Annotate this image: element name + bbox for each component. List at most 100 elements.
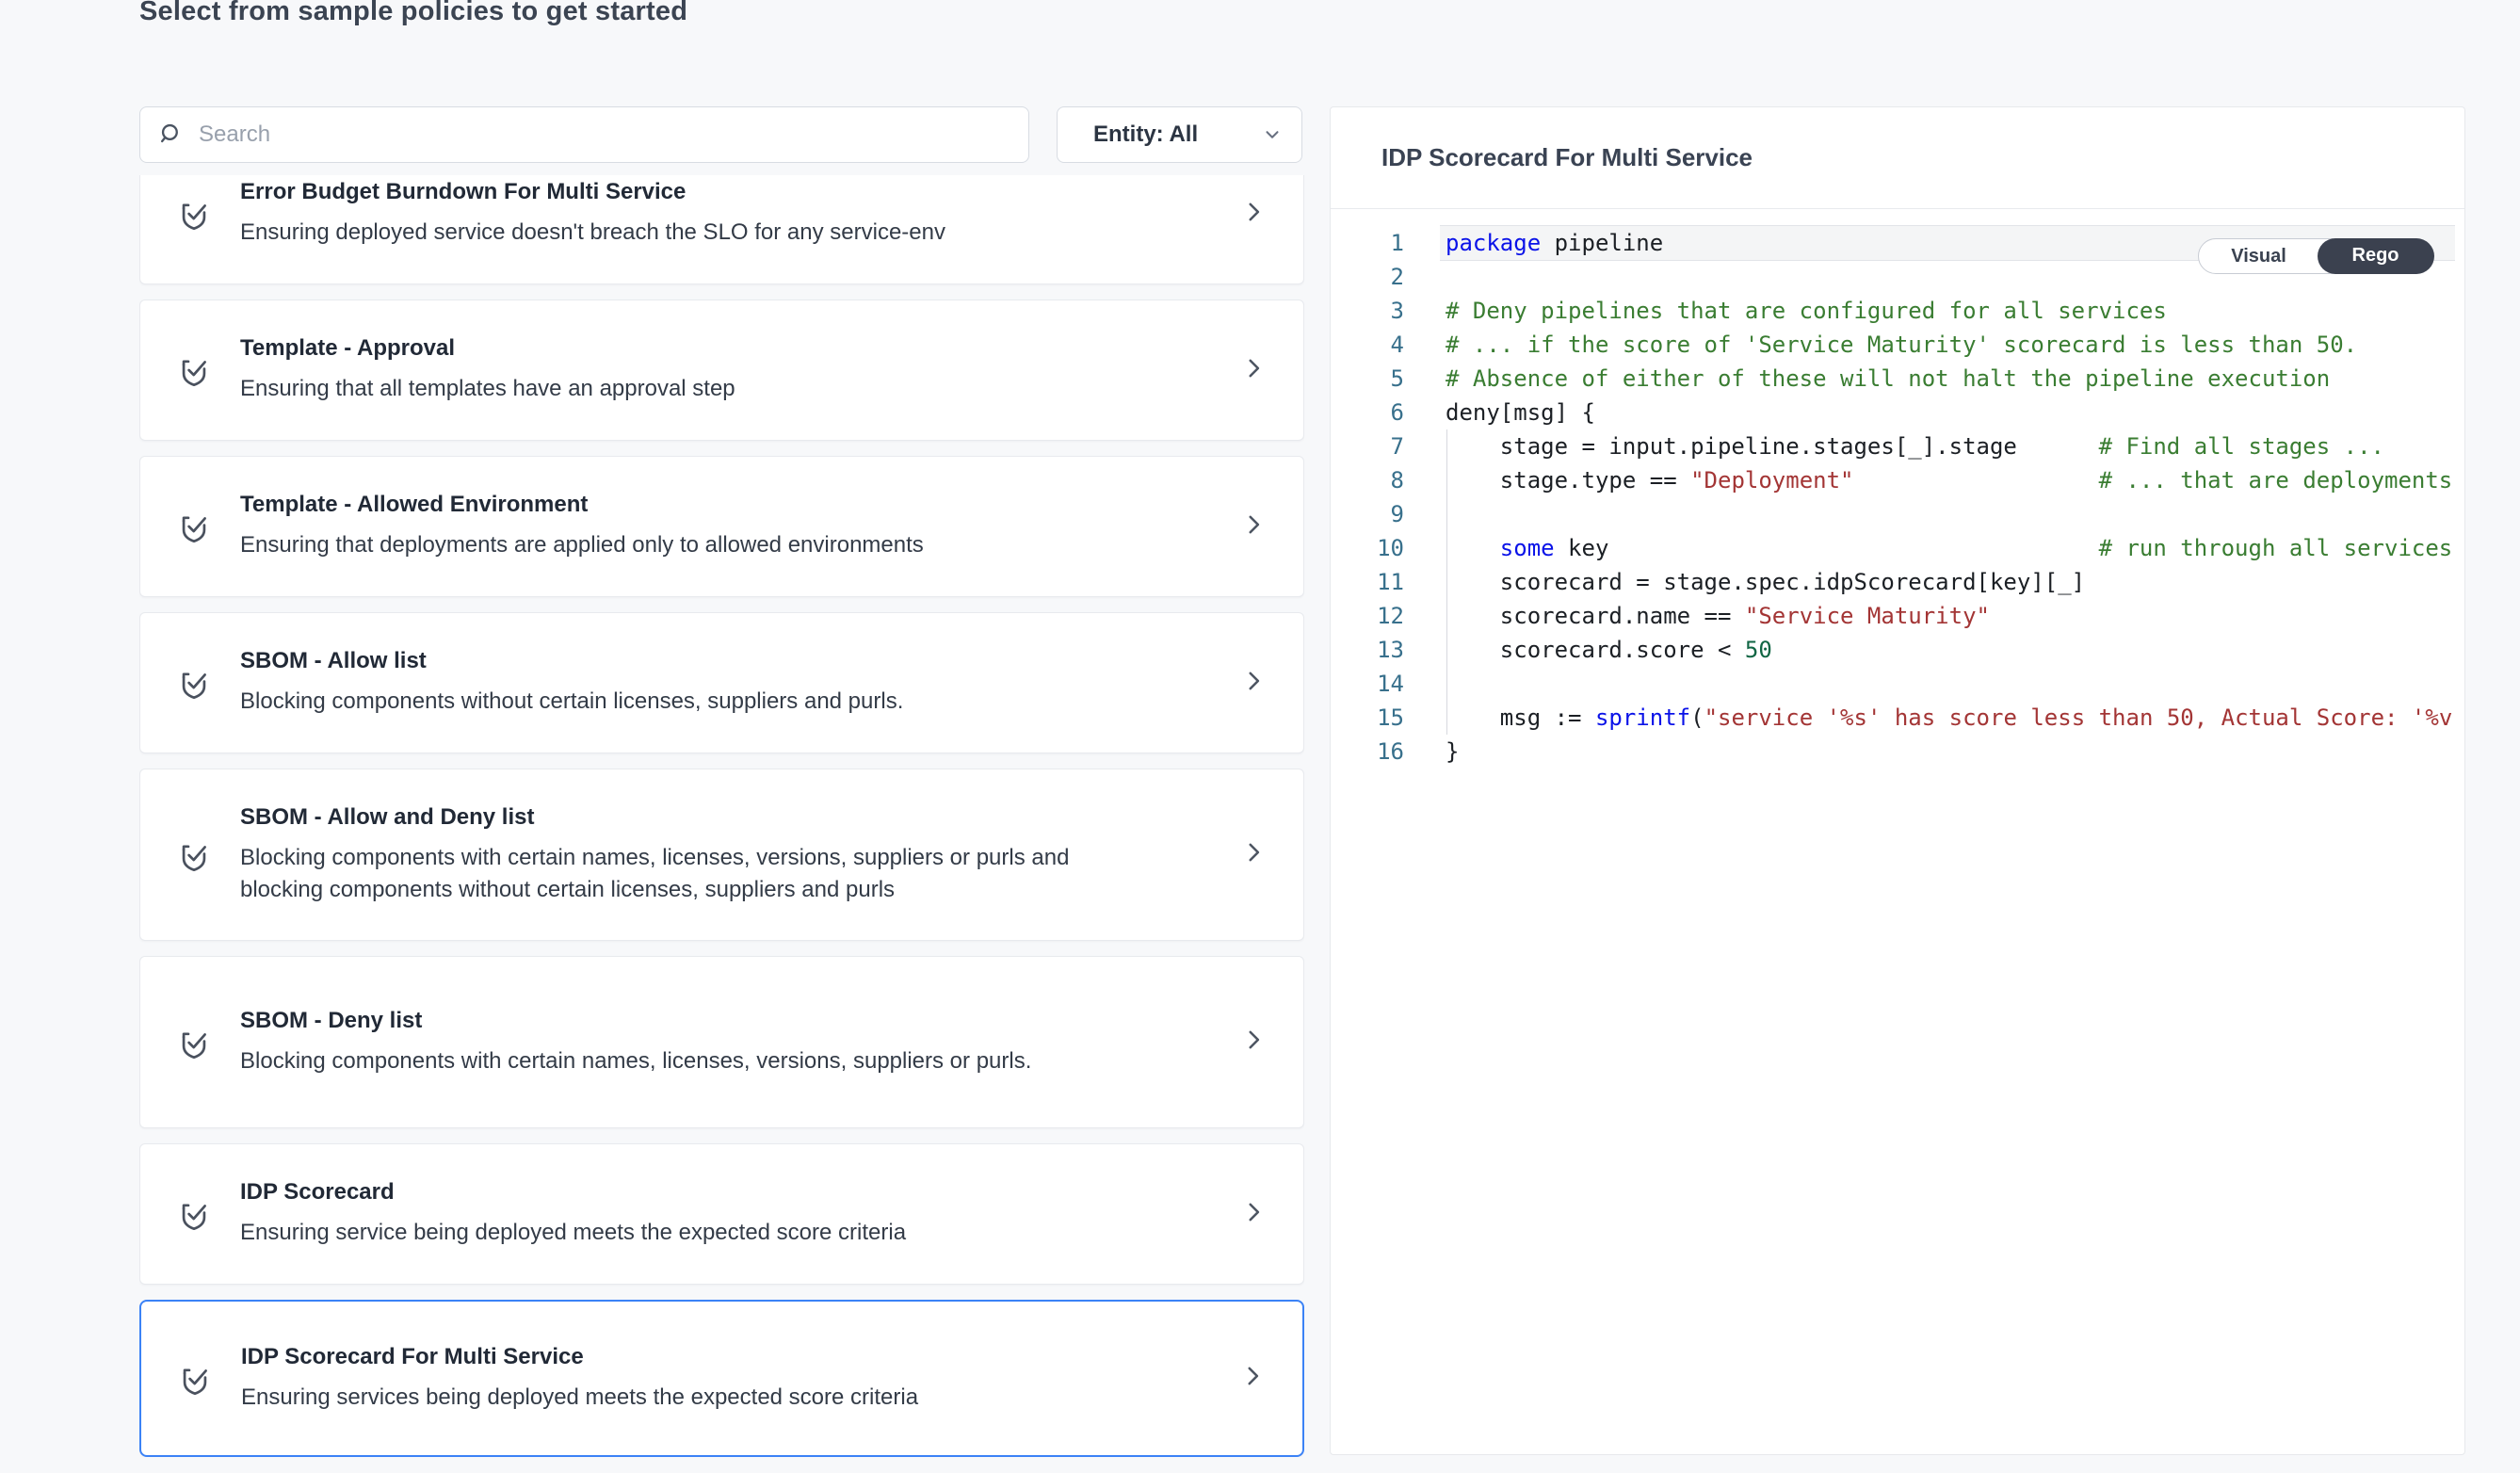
shield-check-icon [177, 1358, 213, 1400]
policy-description: Blocking components with certain names, … [240, 1045, 1031, 1077]
policy-card[interactable]: Error Budget Burndown For Multi Service E… [139, 175, 1304, 284]
code-line-content: some key # run through all services [1440, 531, 2455, 565]
policy-title: IDP Scorecard [240, 1179, 906, 1206]
shield-check-icon [176, 1022, 212, 1063]
line-number: 1 [1331, 226, 1404, 260]
policy-title: Template - Approval [240, 335, 735, 362]
tab-rego[interactable]: Rego [2318, 238, 2434, 274]
code-line-content: } [1440, 735, 2455, 769]
policy-description: Blocking components with certain names, … [240, 842, 1088, 906]
policy-detail-panel: IDP Scorecard For Multi Service Visual R… [1330, 106, 2465, 1455]
chevron-right-icon [1241, 667, 1266, 700]
code-line-content [1440, 497, 2455, 531]
policy-description: Ensuring services being deployed meets t… [241, 1382, 918, 1414]
code-line: 5 # Absence of either of these will not h… [1331, 362, 2455, 396]
search-icon [157, 121, 184, 148]
line-number: 13 [1331, 633, 1404, 667]
code-line-content: deny[msg] { [1440, 396, 2455, 429]
line-number: 2 [1331, 260, 1404, 294]
line-number: 5 [1331, 362, 1404, 396]
policy-card[interactable]: Template - Approval Ensuring that all tem… [139, 299, 1304, 441]
code-line-content: # ... if the score of 'Service Maturity'… [1440, 328, 2455, 362]
policy-list: Error Budget Burndown For Multi Service E… [139, 175, 1304, 1457]
shield-check-icon [176, 349, 212, 391]
search-box[interactable] [139, 106, 1029, 163]
policy-title: Template - Allowed Environment [240, 492, 924, 518]
chevron-right-icon [1241, 838, 1266, 871]
code-line: 14 [1331, 667, 2455, 701]
chevron-right-icon [1241, 510, 1266, 543]
detail-header: IDP Scorecard For Multi Service [1331, 107, 2464, 209]
code-editor[interactable]: 1package pipeline23# Deny pipelines that… [1331, 209, 2464, 769]
tab-visual[interactable]: Visual [2199, 239, 2318, 273]
policy-title: SBOM - Deny list [240, 1008, 1031, 1034]
code-line-content: msg := sprintf("service '%s' has score l… [1440, 701, 2455, 735]
policy-card[interactable]: IDP Scorecard Ensuring service being depl… [139, 1143, 1304, 1285]
policy-title: Error Budget Burndown For Multi Service [240, 179, 945, 205]
search-input[interactable] [197, 121, 1017, 149]
line-number: 7 [1331, 429, 1404, 463]
code-line-content: # Deny pipelines that are configured for… [1440, 294, 2455, 328]
line-number: 6 [1331, 396, 1404, 429]
line-number: 8 [1331, 463, 1404, 497]
policy-text: SBOM - Deny list Blocking components with… [240, 1008, 1031, 1077]
policy-description: Blocking components without certain lice… [240, 686, 903, 718]
code-line: 3# Deny pipelines that are configured fo… [1331, 294, 2455, 328]
line-number: 16 [1331, 735, 1404, 769]
entity-filter-label: Entity: All [1093, 121, 1198, 148]
policy-description: Ensuring service being deployed meets th… [240, 1217, 906, 1249]
policy-text: Error Budget Burndown For Multi Service E… [240, 179, 945, 249]
policy-text: IDP Scorecard Ensuring service being depl… [240, 1179, 906, 1249]
code-line-content: stage.type == "Deployment" # ... that ar… [1440, 463, 2455, 497]
policy-text: Template - Allowed Environment Ensuring t… [240, 492, 924, 561]
code-line-content: scorecard.score < 50 [1440, 633, 2455, 667]
policy-card[interactable]: SBOM - Allow listBlocking components wit… [139, 612, 1304, 753]
policy-title: SBOM - Allow and Deny list [240, 804, 1088, 831]
code-line-content: scorecard = stage.spec.idpScorecard[key]… [1440, 565, 2455, 599]
line-number: 11 [1331, 565, 1404, 599]
code-line: 16} [1331, 735, 2455, 769]
code-line: 15 msg := sprintf("service '%s' has scor… [1331, 701, 2455, 735]
line-number: 4 [1331, 328, 1404, 362]
chevron-right-icon [1241, 1198, 1266, 1231]
line-number: 15 [1331, 701, 1404, 735]
detail-title: IDP Scorecard For Multi Service [1381, 143, 1753, 172]
shield-check-icon [176, 193, 212, 235]
code-line: 7 stage = input.pipeline.stages[_].stage… [1331, 429, 2455, 463]
code-line: 8 stage.type == "Deployment" # ... that … [1331, 463, 2455, 497]
code-line: 12 scorecard.name == "Service Maturity" [1331, 599, 2455, 633]
code-line: 4 # ... if the score of 'Service Maturity… [1331, 328, 2455, 362]
policy-card[interactable]: Template - Allowed Environment Ensuring t… [139, 456, 1304, 597]
code-line: 13 scorecard.score < 50 [1331, 633, 2455, 667]
policy-text: SBOM - Allow listBlocking components wit… [240, 648, 903, 718]
code-line: 9 [1331, 497, 2455, 531]
policy-text: IDP Scorecard For Multi Service Ensuring … [241, 1344, 918, 1414]
code-line: 11 scorecard = stage.spec.idpScorecard[k… [1331, 565, 2455, 599]
policy-description: Ensuring that all templates have an appr… [240, 373, 735, 405]
code-line: 6 deny[msg] { [1331, 396, 2455, 429]
policy-description: Ensuring that deployments are applied on… [240, 529, 924, 561]
shield-check-icon [176, 1193, 212, 1235]
policy-card[interactable]: IDP Scorecard For Multi Service Ensuring … [139, 1300, 1304, 1457]
line-number: 10 [1331, 531, 1404, 565]
chevron-down-icon [1262, 124, 1283, 145]
entity-filter-dropdown[interactable]: Entity: All [1057, 106, 1302, 163]
chevron-right-icon [1241, 1026, 1266, 1059]
shield-check-icon [176, 506, 212, 547]
policy-title: IDP Scorecard For Multi Service [241, 1344, 918, 1370]
shield-check-icon [176, 662, 212, 704]
visual-rego-toggle[interactable]: Visual Rego [2198, 238, 2433, 274]
line-number: 14 [1331, 667, 1404, 701]
policy-description: Ensuring deployed service doesn't breach… [240, 217, 945, 249]
code-line-content: # Absence of either of these will not ha… [1440, 362, 2455, 396]
chevron-right-icon [1241, 198, 1266, 231]
code-line-content [1440, 667, 2455, 701]
code-line: 10 some key # run through all services [1331, 531, 2455, 565]
line-number: 12 [1331, 599, 1404, 633]
policy-card[interactable]: SBOM - Deny list Blocking components with… [139, 956, 1304, 1128]
policy-card[interactable]: SBOM - Allow and Deny list Blocking compo… [139, 769, 1304, 941]
policy-text: Template - Approval Ensuring that all tem… [240, 335, 735, 405]
policy-text: SBOM - Allow and Deny list Blocking compo… [240, 804, 1088, 906]
code-line-content: scorecard.name == "Service Maturity" [1440, 599, 2455, 633]
indent-guide [1446, 429, 1447, 735]
